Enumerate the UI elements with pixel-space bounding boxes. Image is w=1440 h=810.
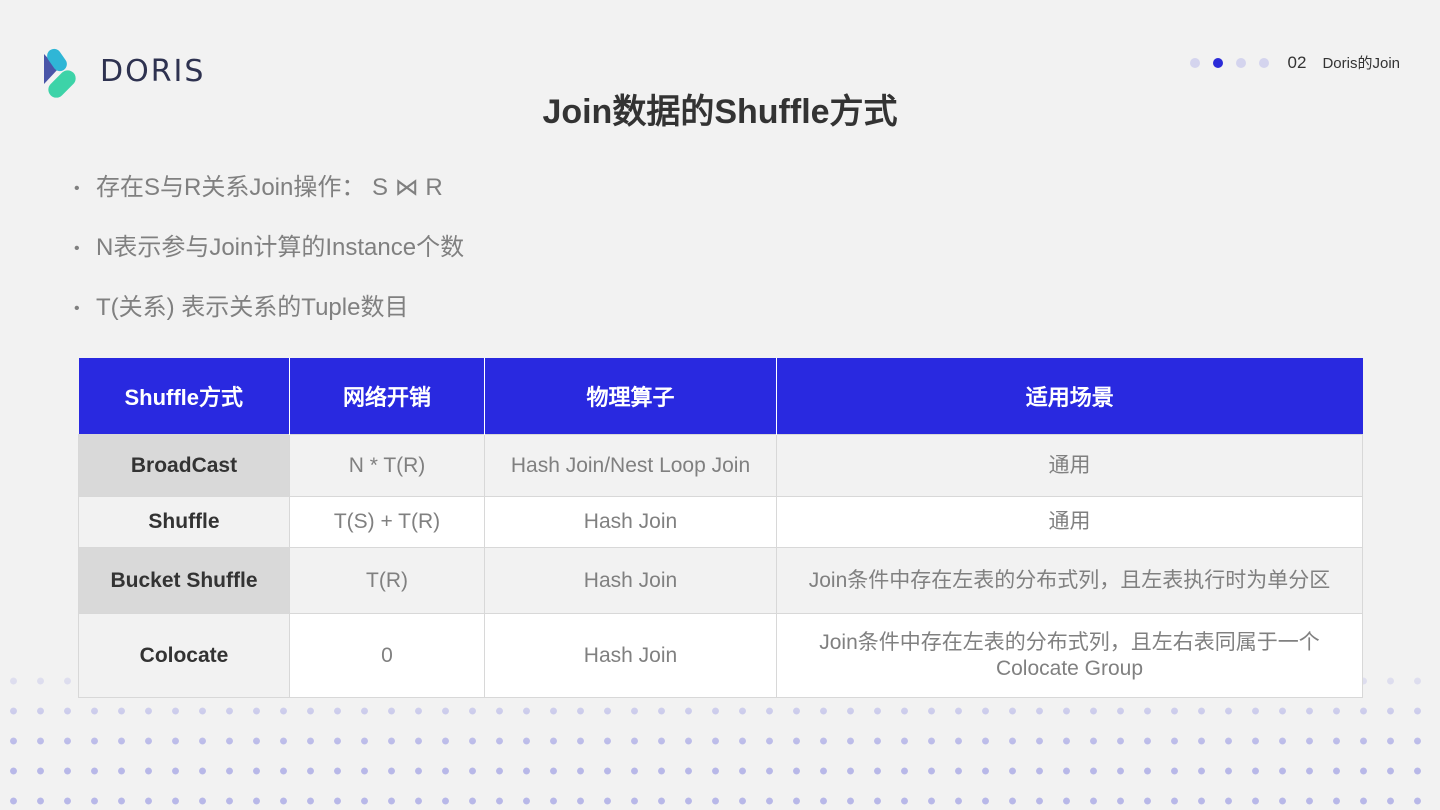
cell-operator: Hash Join bbox=[484, 613, 777, 698]
bullet-list: • 存在S与R关系Join操作： S ⋈ R • N表示参与Join计算的Insta… bbox=[74, 170, 464, 350]
cell-network-cost: N * T(R) bbox=[289, 434, 485, 497]
bullet-item: • N表示参与Join计算的Instance个数 bbox=[74, 230, 464, 290]
table-row: Shuffle T(S) + T(R) Hash Join 通用 bbox=[78, 496, 1363, 548]
bullet-item: • T(关系) 表示关系的Tuple数目 bbox=[74, 290, 464, 350]
bullet-dot-icon: • bbox=[74, 239, 80, 257]
cell-method: Shuffle bbox=[78, 496, 290, 548]
column-header-scenario: 适用场景 bbox=[776, 358, 1363, 435]
cell-scenario: Join条件中存在左表的分布式列，且左表执行时为单分区 bbox=[776, 547, 1363, 614]
column-header-physical-operator: 物理算子 bbox=[484, 358, 777, 435]
cell-operator: Hash Join bbox=[484, 496, 777, 548]
pager-dot bbox=[1235, 57, 1246, 68]
table-row: Bucket Shuffle T(R) Hash Join Join条件中存在左… bbox=[78, 547, 1363, 614]
slide-title: Join数据的Shuffle方式 bbox=[542, 93, 898, 131]
bullet-text: T(关系) 表示关系的Tuple数目 bbox=[96, 294, 409, 321]
pager-dot bbox=[1258, 57, 1269, 68]
cell-scenario: 通用 bbox=[776, 434, 1363, 497]
column-header-network-cost: 网络开销 bbox=[289, 358, 485, 435]
cell-network-cost: 0 bbox=[289, 613, 485, 698]
cell-network-cost: T(S) + T(R) bbox=[289, 496, 485, 548]
cell-method: Colocate bbox=[78, 613, 290, 698]
page-indicator: 02 Doris的Join bbox=[1189, 52, 1400, 73]
page-number: 02 bbox=[1287, 52, 1307, 72]
cell-scenario: Join条件中存在左表的分布式列，且左右表同属于一个Colocate Group bbox=[776, 613, 1363, 698]
pager-dot-active bbox=[1212, 57, 1223, 68]
cell-network-cost: T(R) bbox=[289, 547, 485, 614]
bullet-text: N表示参与Join计算的Instance个数 bbox=[96, 234, 465, 261]
bullet-dot-icon: • bbox=[74, 299, 80, 317]
section-name: Doris的Join bbox=[1322, 55, 1400, 72]
cell-scenario: 通用 bbox=[776, 496, 1363, 548]
bullet-dot-icon: • bbox=[74, 179, 80, 197]
table-row: BroadCast N * T(R) Hash Join/Nest Loop J… bbox=[78, 434, 1363, 497]
cell-operator: Hash Join bbox=[484, 547, 777, 614]
bullet-text: 存在S与R关系Join操作： S ⋈ R bbox=[96, 174, 443, 201]
bullet-item: • 存在S与R关系Join操作： S ⋈ R bbox=[74, 170, 464, 230]
shuffle-methods-table: Shuffle方式 网络开销 物理算子 适用场景 BroadCast N * T… bbox=[78, 358, 1363, 698]
cell-method: BroadCast bbox=[78, 434, 290, 497]
table-row: Colocate 0 Hash Join Join条件中存在左表的分布式列，且左… bbox=[78, 613, 1363, 698]
cell-method: Bucket Shuffle bbox=[78, 547, 290, 614]
column-header-shuffle-method: Shuffle方式 bbox=[78, 358, 290, 435]
pager-dot bbox=[1189, 57, 1200, 68]
table-header-row: Shuffle方式 网络开销 物理算子 适用场景 bbox=[78, 358, 1363, 435]
cell-operator: Hash Join/Nest Loop Join bbox=[484, 434, 777, 497]
